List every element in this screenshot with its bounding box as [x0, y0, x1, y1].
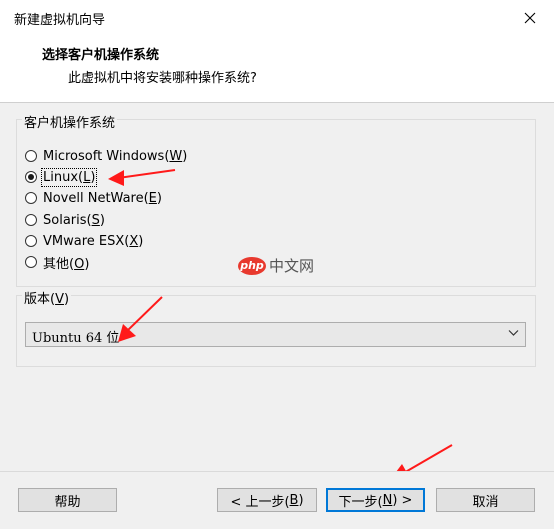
back-button[interactable]: < 上一步(B) — [217, 488, 317, 512]
radio-vmware-esx[interactable]: VMware ESX(X) — [25, 231, 143, 251]
radio-linux[interactable]: Linux(L) — [25, 167, 98, 187]
radio-label: 其他(O) — [43, 256, 90, 272]
radio-solaris[interactable]: Solaris(S) — [25, 210, 105, 230]
close-icon — [524, 12, 536, 24]
page-subtitle: 此虚拟机中将安装哪种操作系统? — [68, 71, 257, 86]
radio-button[interactable] — [25, 256, 37, 268]
arrow-annotation-icon — [108, 169, 176, 186]
guest-os-legend: 客户机操作系统 — [22, 112, 118, 131]
close-button[interactable] — [516, 6, 544, 30]
next-button[interactable]: 下一步(N) > — [326, 488, 425, 512]
chevron-down-icon — [508, 330, 519, 336]
wizard-content: 客户机操作系统 Microsoft Windows(W) Linux(L) No… — [0, 103, 554, 471]
radio-label: Novell NetWare(E) — [43, 190, 162, 206]
wizard-footer: 帮助 < 上一步(B) 下一步(N) > 取消 — [0, 471, 554, 529]
radio-button[interactable] — [25, 235, 37, 247]
radio-label: Linux(L) — [40, 167, 98, 187]
page-title: 选择客户机操作系统 — [42, 48, 160, 63]
radio-novell-netware[interactable]: Novell NetWare(E) — [25, 188, 162, 208]
watermark-text: 中文网 — [269, 257, 315, 275]
version-selected-value: Ubuntu 64 位 — [32, 331, 120, 346]
title-bar: 新建虚拟机向导 — [0, 0, 554, 36]
cancel-button[interactable]: 取消 — [436, 488, 535, 512]
version-legend: 版本(V) — [22, 288, 72, 307]
radio-label: Solaris(S) — [43, 212, 105, 228]
watermark: php 中文网 — [238, 255, 314, 276]
help-button[interactable]: 帮助 — [18, 488, 117, 512]
wizard-header: 选择客户机操作系统 此虚拟机中将安装哪种操作系统? — [0, 36, 554, 103]
radio-button-selected[interactable] — [25, 171, 37, 183]
arrow-annotation-icon — [118, 296, 163, 342]
version-dropdown[interactable]: Ubuntu 64 位 — [25, 322, 526, 347]
radio-button[interactable] — [25, 150, 37, 162]
radio-other[interactable]: 其他(O) — [25, 252, 89, 272]
radio-button[interactable] — [25, 192, 37, 204]
window-title: 新建虚拟机向导 — [14, 13, 106, 28]
watermark-badge: php — [238, 256, 266, 275]
radio-label: VMware ESX(X) — [43, 233, 144, 249]
radio-button[interactable] — [25, 214, 37, 226]
